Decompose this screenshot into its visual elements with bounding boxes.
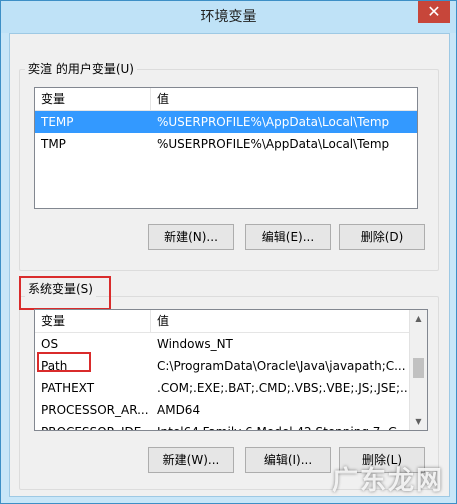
system-var-row[interactable]: OS Windows_NT (35, 333, 427, 355)
var-value: Intel64 Family 6 Model 42 Stepping 7, G.… (151, 421, 407, 430)
system-var-row-path[interactable]: Path C:\ProgramData\Oracle\Java\javapath… (35, 355, 427, 377)
var-name: PROCESSOR_IDE... (35, 421, 151, 430)
user-list-header: 变量 值 (35, 88, 417, 111)
close-icon: ✕ (427, 2, 441, 21)
var-value: .COM;.EXE;.BAT;.CMD;.VBS;.VBE;.JS;.JSE;.… (157, 381, 407, 395)
highlight-box-system-label (19, 276, 111, 310)
var-value: C:\ProgramData\Oracle\Java\javapath;C... (157, 359, 406, 373)
user-variables-label: 奕渲 的用户变量(U) (25, 60, 137, 77)
user-delete-button[interactable]: 删除(D) (339, 224, 425, 250)
var-name: TMP (41, 137, 66, 151)
scroll-down-arrow-icon[interactable]: ▼ (410, 413, 427, 430)
user-var-row-temp[interactable]: TEMP %USERPROFILE%\AppData\Local\Temp (35, 111, 417, 133)
column-header-variable[interactable]: 变量 (35, 310, 151, 332)
column-header-value[interactable]: 值 (151, 88, 407, 110)
column-header-variable[interactable]: 变量 (35, 88, 151, 110)
system-list-scrollbar[interactable]: ▲ ▼ (409, 310, 427, 430)
user-variables-list[interactable]: 变量 值 TEMP %USERPROFILE%\AppData\Local\Te… (34, 87, 418, 209)
var-name: PROCESSOR_AR... (41, 403, 149, 417)
scrollbar-thumb[interactable] (413, 358, 424, 378)
watermark: 广东龙网 (331, 466, 444, 496)
var-value: %USERPROFILE%\AppData\Local\Temp (157, 137, 390, 151)
window-title: 环境变量 (200, 9, 257, 25)
environment-variables-window: 环境变量 ✕ 奕渲 的用户变量(U) 变量 值 TEMP %USERPROFIL… (0, 0, 457, 504)
user-var-row-tmp[interactable]: TMP %USERPROFILE%\AppData\Local\Temp (35, 133, 417, 155)
system-var-row[interactable]: PROCESSOR_IDE... Intel64 Family 6 Model … (35, 421, 427, 430)
var-value: AMD64 (157, 403, 201, 417)
title-bar[interactable]: 环境变量 ✕ (1, 1, 456, 33)
column-header-value[interactable]: 值 (151, 310, 407, 332)
user-edit-button[interactable]: 编辑(E)... (245, 224, 331, 250)
system-var-row[interactable]: PATHEXT .COM;.EXE;.BAT;.CMD;.VBS;.VBE;.J… (35, 377, 427, 399)
var-value: Windows_NT (157, 337, 233, 351)
system-variables-list[interactable]: 变量 值 OS Windows_NT Path C:\ProgramData\O… (34, 309, 428, 431)
close-button[interactable]: ✕ (418, 1, 450, 23)
var-name: TEMP (41, 115, 74, 129)
scroll-up-arrow-icon[interactable]: ▲ (410, 310, 427, 327)
user-new-button[interactable]: 新建(N)... (148, 224, 234, 250)
dialog-content: 奕渲 的用户变量(U) 变量 值 TEMP %USERPROFILE%\AppD… (9, 33, 450, 497)
system-new-button[interactable]: 新建(W)... (148, 447, 234, 473)
var-name: PATHEXT (41, 381, 95, 395)
var-value: %USERPROFILE%\AppData\Local\Temp (157, 115, 390, 129)
system-edit-button[interactable]: 编辑(I)... (245, 447, 331, 473)
highlight-box-path (37, 352, 91, 372)
system-list-header: 变量 值 (35, 310, 427, 333)
system-var-row[interactable]: PROCESSOR_AR... AMD64 (35, 399, 427, 421)
